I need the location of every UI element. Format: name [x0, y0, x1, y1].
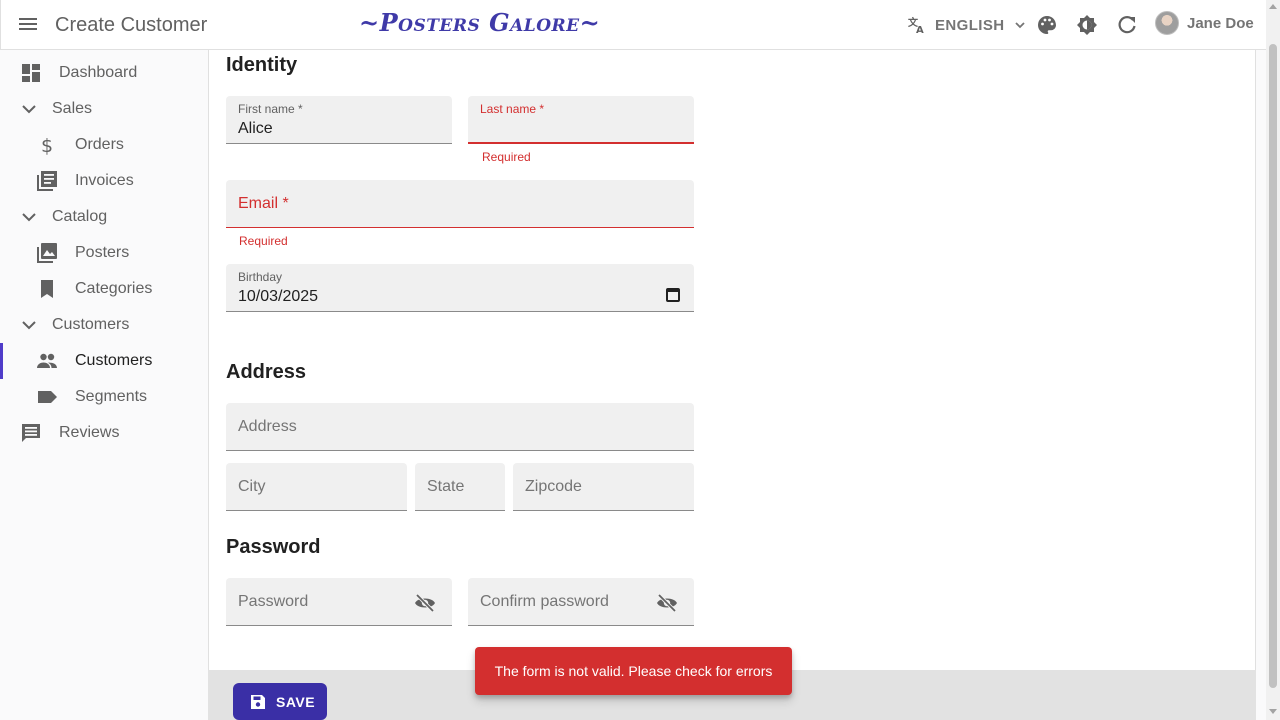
label-icon — [38, 391, 57, 403]
sidebar-group-sales[interactable]: Sales — [0, 91, 208, 127]
password-placeholder: Password — [238, 593, 309, 610]
refresh-icon[interactable] — [1116, 14, 1138, 36]
sidebar-item-label: Categories — [75, 280, 153, 297]
sidebar-item-label: Customers — [75, 352, 153, 369]
sidebar-item-dashboard[interactable]: Dashboard — [0, 55, 208, 91]
section-title-password: Password — [226, 536, 321, 558]
sidebar: Dashboard Sales $ Orders Invoices Catalo… — [0, 50, 208, 720]
user-menu[interactable]: Jane Doe — [1155, 11, 1254, 35]
chevron-down-icon — [22, 213, 36, 222]
last-name-field[interactable]: Last name * — [468, 96, 694, 144]
sidebar-item-categories[interactable]: Categories — [0, 271, 208, 307]
save-button-label: SAVE — [276, 693, 316, 710]
state-field[interactable]: State — [415, 463, 505, 511]
email-field[interactable]: Email * — [226, 180, 694, 228]
sidebar-item-label: Dashboard — [59, 64, 138, 81]
chevron-down-icon — [22, 105, 36, 114]
visibility-off-icon[interactable] — [656, 592, 678, 614]
svg-text:A: A — [916, 25, 924, 35]
image-icon — [37, 243, 57, 263]
bookmark-icon — [41, 280, 53, 298]
scroll-down-arrow-icon[interactable] — [1269, 709, 1277, 714]
dashboard-icon — [22, 64, 40, 82]
birthday-value: 10/03/2025 — [238, 288, 319, 305]
sidebar-group-catalog[interactable]: Catalog — [0, 199, 208, 235]
zipcode-placeholder: Zipcode — [525, 478, 582, 495]
confirm-password-placeholder: Confirm password — [480, 593, 609, 610]
svg-text:$: $ — [41, 135, 53, 156]
first-name-field[interactable]: First name * Alice — [226, 96, 452, 144]
sidebar-item-label: Segments — [75, 388, 148, 405]
brightness-icon[interactable] — [1076, 14, 1098, 36]
sidebar-item-label: Catalog — [52, 208, 108, 225]
translate-icon: 文A — [907, 15, 927, 36]
sidebar-item-invoices[interactable]: Invoices — [0, 163, 208, 199]
first-name-value: Alice — [238, 120, 273, 137]
page-title: Create Customer — [55, 14, 208, 36]
palette-icon[interactable] — [1036, 14, 1058, 36]
zipcode-field[interactable]: Zipcode — [513, 463, 694, 511]
state-placeholder: State — [427, 478, 465, 495]
save-button[interactable]: SAVE — [233, 683, 327, 720]
visibility-off-icon[interactable] — [414, 592, 436, 614]
avatar — [1155, 11, 1179, 35]
menu-icon[interactable] — [19, 15, 41, 35]
sidebar-group-customers[interactable]: Customers — [0, 307, 208, 343]
error-snackbar: The form is not valid. Please check for … — [475, 647, 792, 695]
section-title-address: Address — [226, 361, 307, 383]
city-placeholder: City — [238, 478, 266, 495]
address-field[interactable]: Address — [226, 403, 694, 451]
comment-icon — [22, 424, 40, 442]
sidebar-item-label: Invoices — [75, 172, 134, 189]
dollar-icon: $ — [41, 135, 53, 156]
create-customer-form: Identity First name * Alice Last name * … — [208, 50, 1256, 720]
sidebar-item-orders[interactable]: $ Orders — [0, 127, 208, 163]
scroll-thumb[interactable] — [1269, 44, 1277, 688]
address-placeholder: Address — [238, 418, 297, 435]
email-placeholder: Email * — [238, 195, 289, 212]
language-label: ENGLISH — [935, 16, 1005, 34]
city-field[interactable]: City — [226, 463, 407, 511]
first-name-label: First name * — [238, 102, 303, 116]
calendar-icon[interactable] — [666, 288, 680, 302]
brand-logo: ~Posters Galore~ — [359, 8, 601, 37]
birthday-label: Birthday — [238, 270, 283, 284]
app-bar: Create Customer ~Posters Galore~ 文A ENGL… — [0, 0, 1266, 50]
vertical-scrollbar[interactable] — [1266, 0, 1280, 720]
sidebar-item-segments[interactable]: Segments — [0, 379, 208, 415]
section-title-identity: Identity — [226, 54, 298, 76]
birthday-field[interactable]: Birthday 10/03/2025 — [226, 264, 694, 312]
sidebar-item-customers[interactable]: Customers — [0, 343, 208, 379]
user-name: Jane Doe — [1187, 14, 1254, 32]
sidebar-item-label: Sales — [52, 100, 93, 117]
chevron-down-icon — [1015, 22, 1026, 29]
save-icon — [251, 694, 265, 709]
sidebar-item-label: Posters — [75, 244, 130, 261]
password-field[interactable]: Password — [226, 578, 452, 626]
invoices-icon — [37, 171, 57, 191]
sidebar-item-posters[interactable]: Posters — [0, 235, 208, 271]
last-name-error: Required — [482, 150, 531, 164]
chevron-down-icon — [22, 321, 36, 330]
people-icon — [37, 353, 57, 368]
email-error: Required — [239, 234, 288, 248]
sidebar-item-label: Reviews — [59, 424, 120, 441]
language-selector[interactable]: 文A ENGLISH — [907, 13, 1026, 37]
sidebar-item-reviews[interactable]: Reviews — [0, 415, 208, 451]
scroll-up-arrow-icon[interactable] — [1269, 4, 1277, 9]
sidebar-item-label: Customers — [52, 316, 130, 333]
confirm-password-field[interactable]: Confirm password — [468, 578, 694, 626]
last-name-label: Last name * — [480, 102, 545, 116]
sidebar-item-label: Orders — [75, 136, 124, 153]
